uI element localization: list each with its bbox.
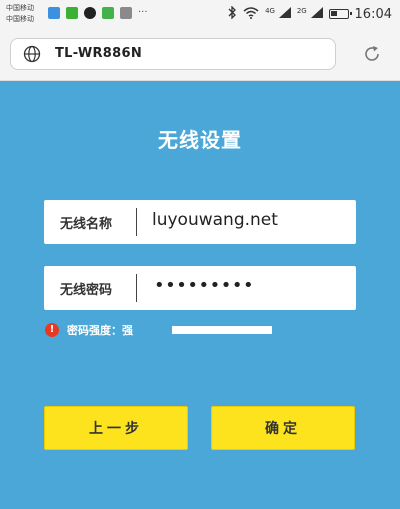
url-text: TL-WR886N: [55, 46, 143, 61]
signal-label-4g: 4G: [265, 7, 275, 15]
address-bar[interactable]: TL-WR886N: [10, 38, 336, 70]
battery-icon: [328, 9, 352, 19]
ssid-field[interactable]: 无线名称 luyouwang.net: [44, 200, 356, 244]
wifi-icon: [243, 6, 259, 22]
signal-label-2g: 2G: [296, 7, 307, 15]
strength-bar: [172, 326, 272, 334]
globe-icon: [23, 45, 41, 67]
carrier-label-2: 中国移动: [6, 15, 34, 23]
confirm-button[interactable]: 确定: [211, 406, 355, 450]
strength-label: 密码强度：强: [67, 324, 133, 337]
wechat-icon: [66, 7, 78, 19]
ssid-input[interactable]: luyouwang.net: [152, 210, 278, 230]
qq-icon: [84, 7, 96, 19]
password-field[interactable]: 无线密码 •••••••••: [44, 266, 356, 310]
field-divider: [136, 274, 137, 302]
password-strength: ! 密码强度：强: [45, 322, 133, 338]
prev-step-button[interactable]: 上一步: [44, 406, 188, 450]
status-bar: 中国移动 中国移动 ··· 4G 2G 16:04: [0, 0, 400, 30]
password-input[interactable]: •••••••••: [154, 275, 254, 296]
carrier-info: 中国移动 中国移动: [6, 3, 34, 25]
signal-icon-4g: 4G: [265, 7, 291, 21]
bluetooth-icon: [228, 5, 237, 22]
clock: 16:04: [354, 6, 392, 22]
notification-icons: ···: [48, 7, 148, 19]
status-indicators: 4G 2G 16:04: [228, 5, 392, 22]
page-title: 无线设置: [158, 128, 242, 152]
browser-toolbar: TL-WR886N: [0, 30, 400, 81]
ssid-label: 无线名称: [60, 217, 113, 232]
gallery-icon: [120, 7, 132, 19]
warning-icon: !: [45, 323, 59, 337]
app-icon-blue: [48, 7, 60, 19]
app-icon-green: [102, 7, 114, 19]
field-divider: [136, 208, 137, 236]
reload-icon[interactable]: [362, 44, 382, 68]
more-icon: ···: [138, 7, 148, 18]
password-label: 无线密码: [60, 283, 113, 298]
carrier-label-1: 中国移动: [6, 4, 34, 12]
signal-icon-2g: 2G: [297, 7, 323, 21]
